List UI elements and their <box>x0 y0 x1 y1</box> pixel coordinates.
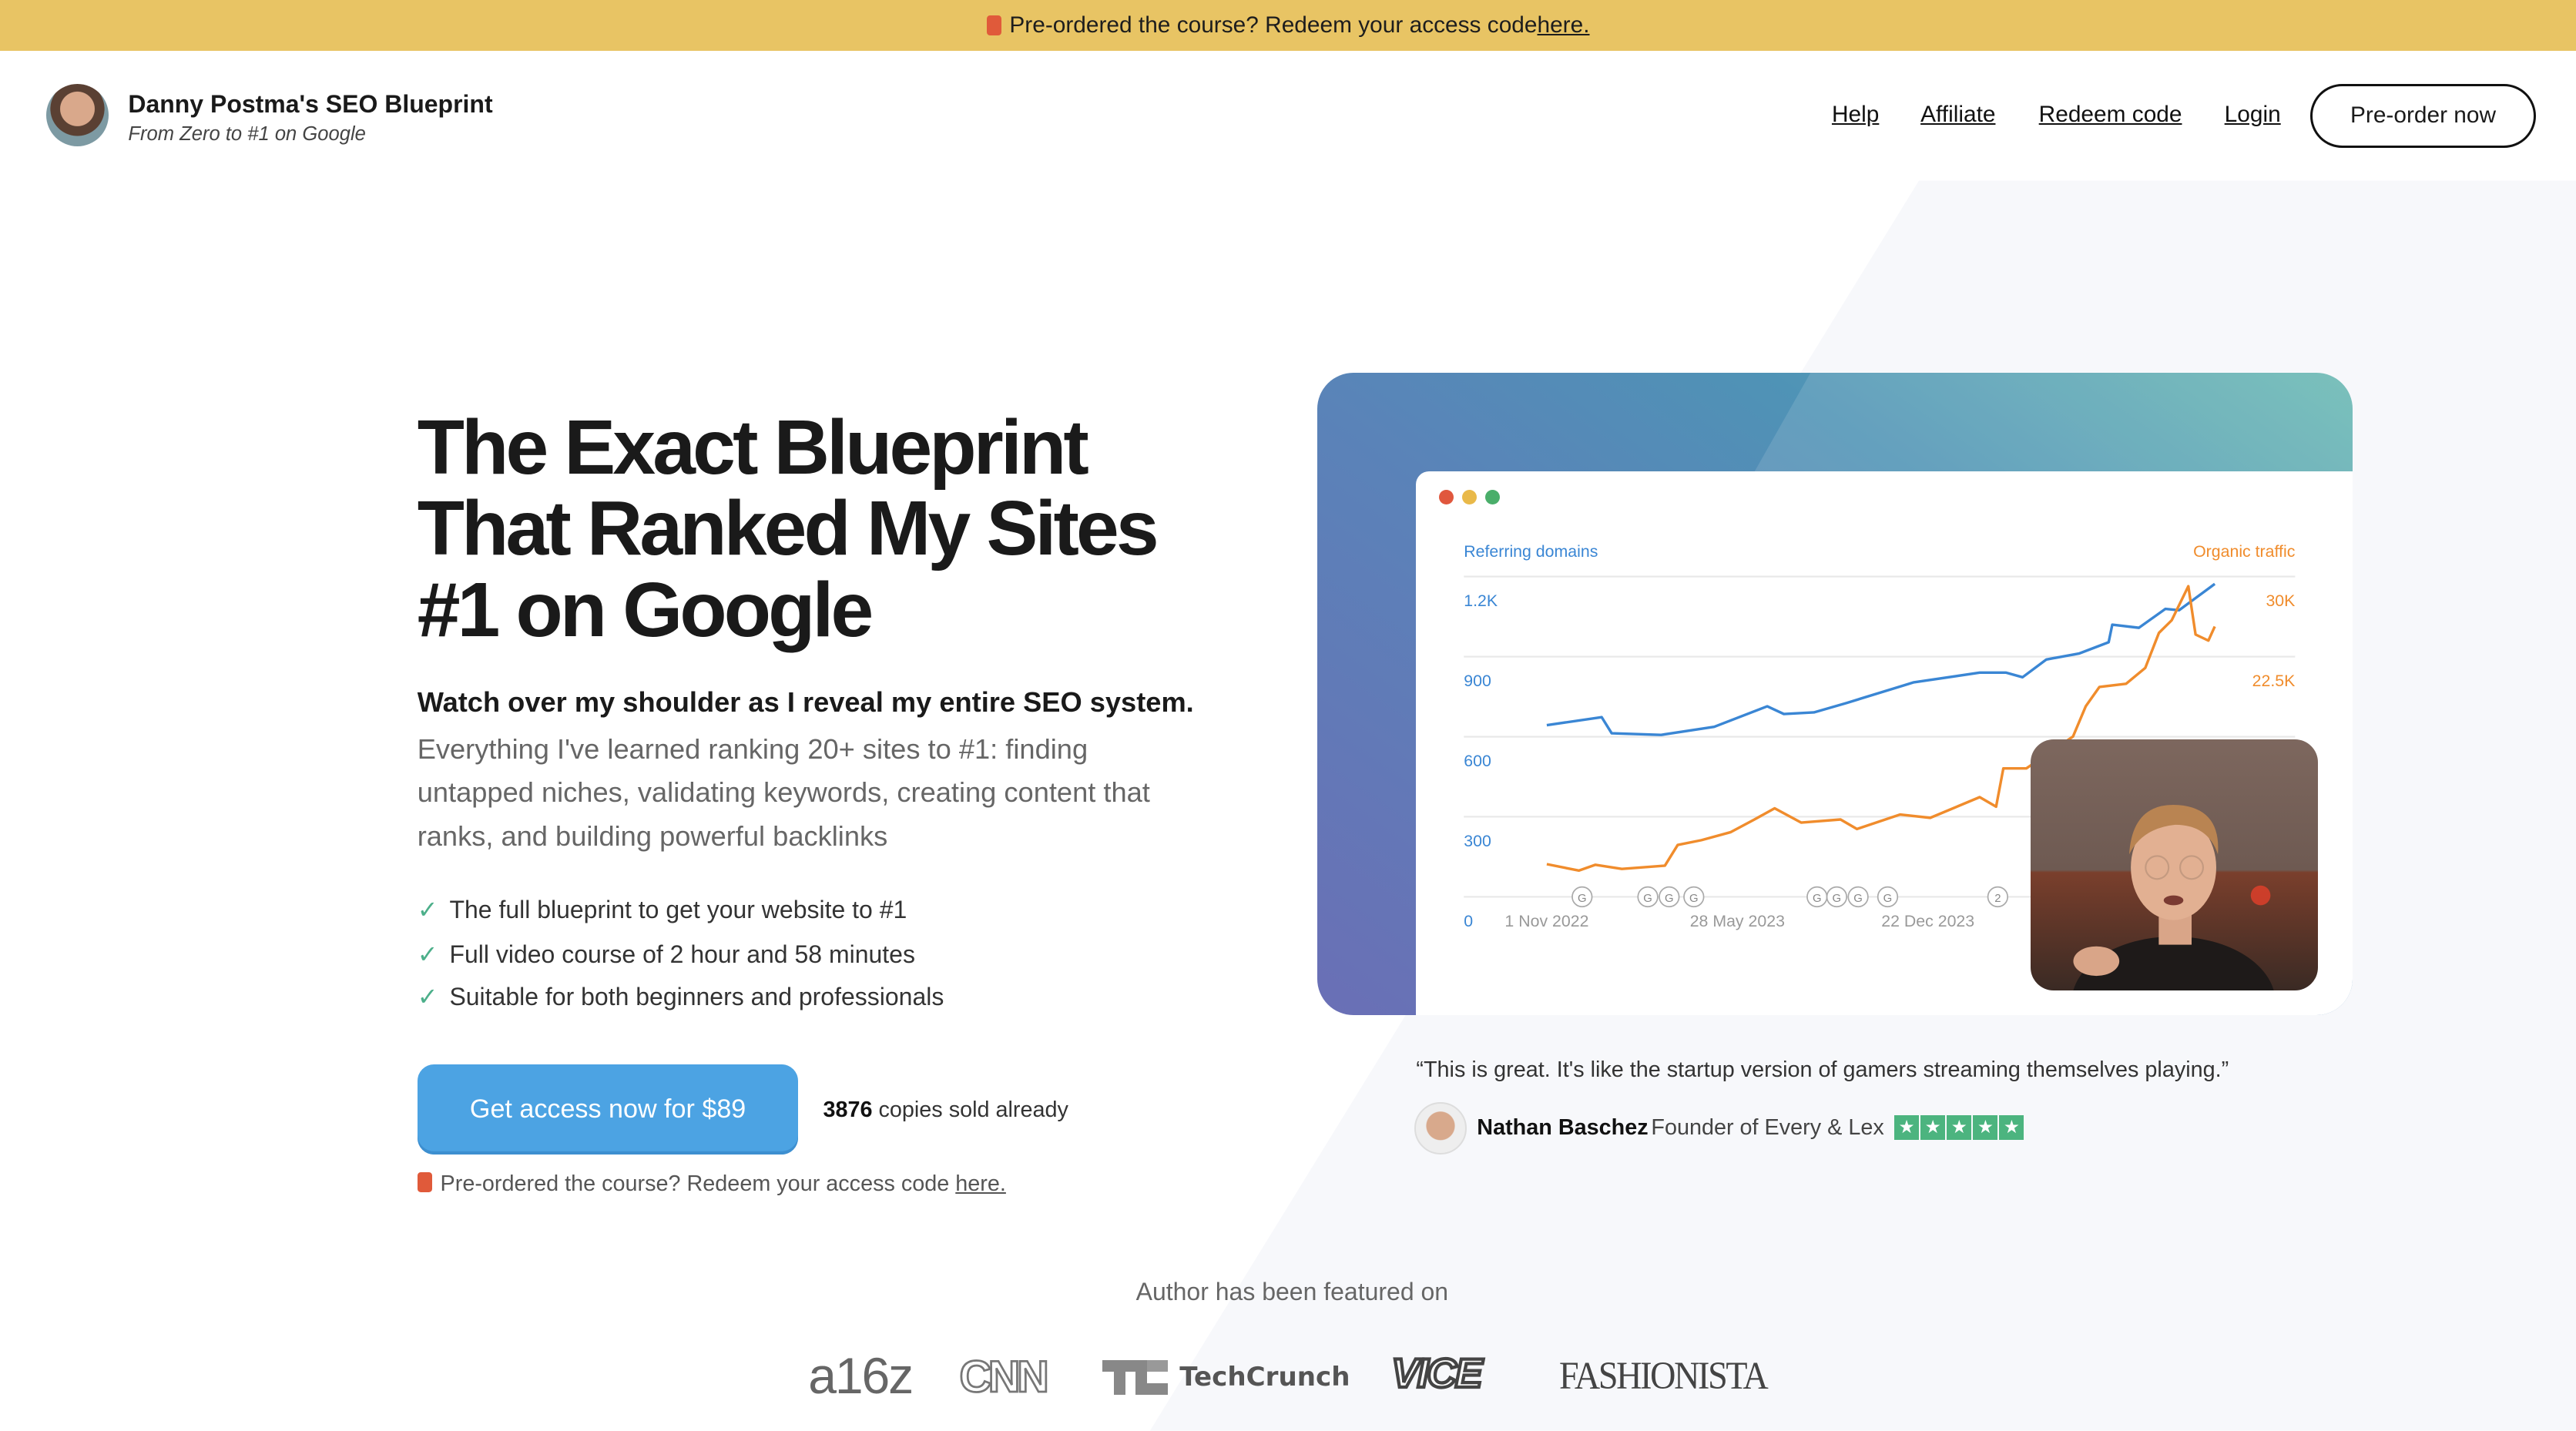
star-rating: ★ ★ ★ ★ ★ <box>1894 1115 2024 1141</box>
logo-vice: VICE <box>1390 1349 1484 1398</box>
marker-label: G <box>1883 892 1893 905</box>
marker-label: 2 <box>1994 892 2001 905</box>
marker-label: G <box>1643 892 1652 905</box>
marker-label: G <box>1833 892 1842 905</box>
traffic-chart: Referring domains Organic traffic 0 300 60… <box>1464 542 2296 930</box>
logo-cnn: CNN <box>958 1352 1050 1403</box>
x-tick-label: 28 May 2023 <box>1690 912 1785 930</box>
presenter-figure <box>2073 804 2274 990</box>
star-icon: ★ <box>1973 1115 1998 1141</box>
marker-label: G <box>1853 892 1863 905</box>
marker-label: G <box>1578 892 1587 905</box>
logo-techcrunch: TechCrunch <box>1179 1362 1350 1392</box>
testimonial-role: Founder of Every & Lex <box>1651 1115 1884 1141</box>
star-icon: ★ <box>1947 1115 1972 1141</box>
left-tick-label: 0 <box>1464 912 1473 930</box>
left-tick-label: 900 <box>1464 672 1491 690</box>
right-axis-label: Organic traffic <box>2193 542 2296 561</box>
left-tick-label: 600 <box>1464 752 1491 770</box>
left-axis-label: Referring domains <box>1464 542 1598 561</box>
star-icon: ★ <box>1999 1115 2024 1141</box>
star-icon: ★ <box>1894 1115 1919 1141</box>
testimonial-quote: “This is great. It's like the startup ve… <box>1416 1057 2229 1083</box>
marker-label: G <box>1689 892 1699 905</box>
x-tick-label: 22 Dec 2023 <box>1881 912 1974 930</box>
logo-a16z: a16z <box>808 1347 914 1405</box>
marker-label: G <box>1813 892 1822 905</box>
right-tick-label: 22.5K <box>2252 672 2296 690</box>
left-tick-label: 1.2K <box>1464 592 1498 610</box>
left-tick-label: 300 <box>1464 832 1491 850</box>
testimonial-name: Nathan Baschez <box>1477 1115 1649 1141</box>
x-tick-label: 1 Nov 2022 <box>1504 912 1588 930</box>
page: Pre-ordered the course? Redeem your acce… <box>0 0 2576 1431</box>
video-thumbnail[interactable] <box>2031 739 2319 990</box>
star-icon: ★ <box>1920 1115 1946 1141</box>
marker-label: G <box>1665 892 1674 905</box>
logo-fashionista: FASHIONISTA <box>1558 1354 1769 1399</box>
featured-heading: Author has been featured on <box>1135 1278 1449 1306</box>
testimonial-avatar <box>1414 1102 1467 1155</box>
referring-domains-line <box>1546 582 2216 736</box>
right-tick-label: 30K <box>2266 592 2295 610</box>
logo-techcrunch-mark <box>1102 1359 1169 1396</box>
